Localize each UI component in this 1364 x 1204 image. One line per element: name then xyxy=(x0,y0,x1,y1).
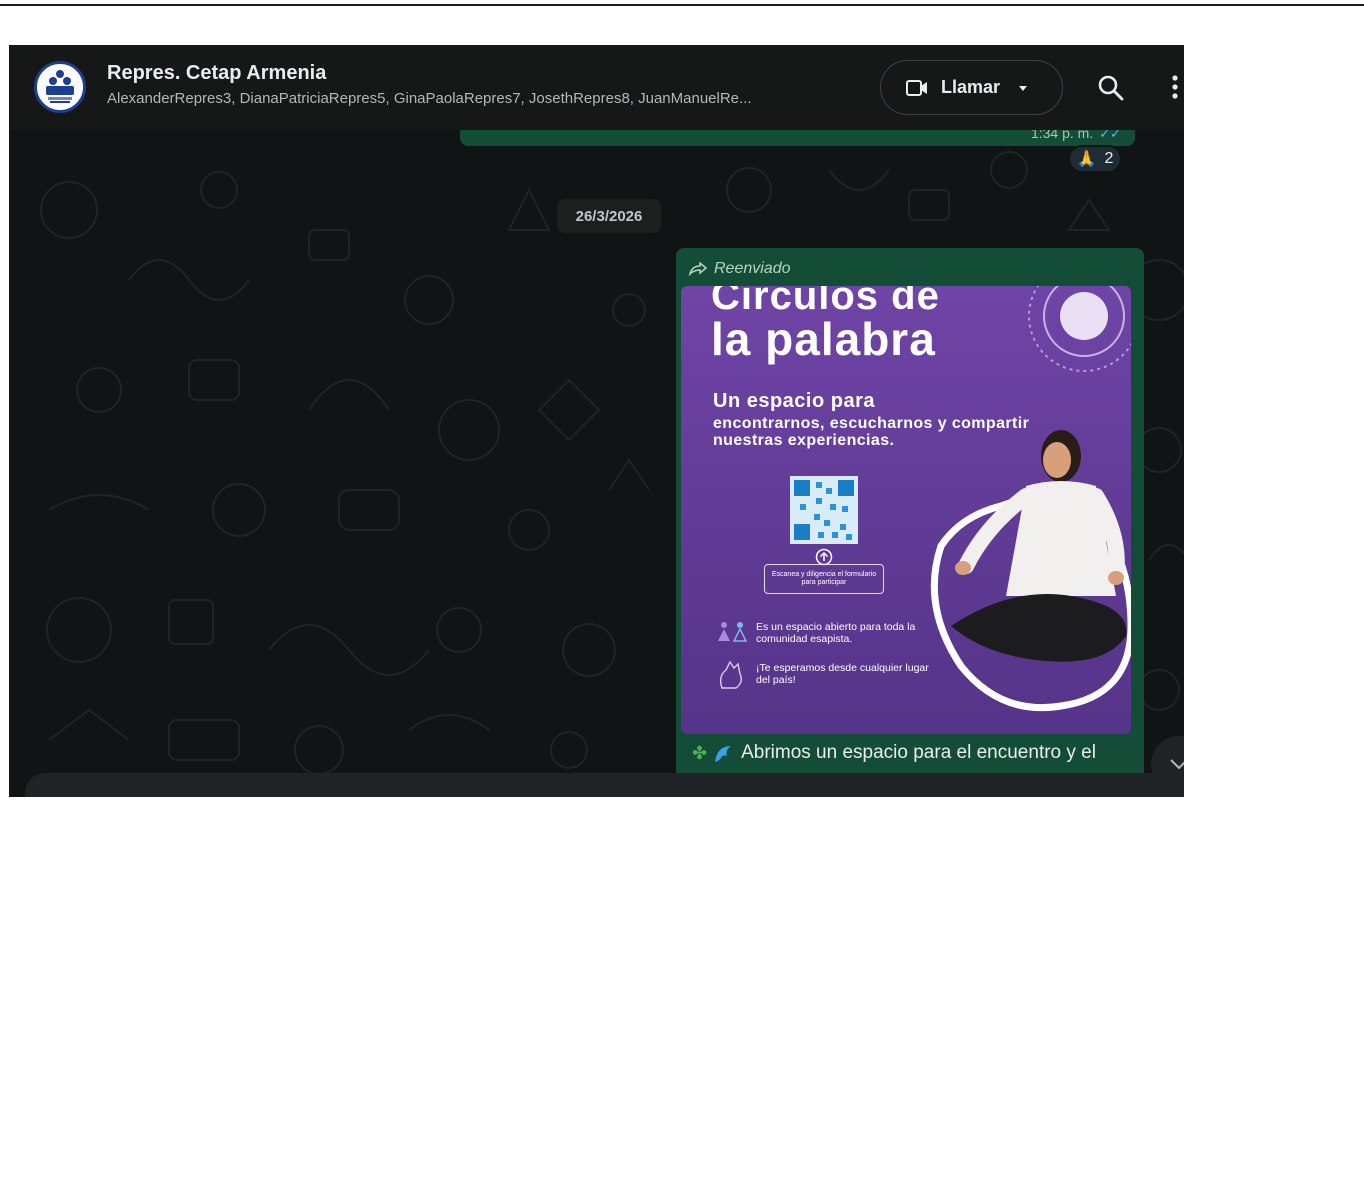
poster-info-open: Es un espacio abierto para toda la comun… xyxy=(756,621,916,645)
message-caption: ✤ Abrimos un espacio para el encuentro y… xyxy=(692,742,1096,764)
chat-title[interactable]: Repres. Cetap Armenia xyxy=(107,62,326,85)
chat-header[interactable]: Repres. Cetap Armenia AlexanderRepres3, … xyxy=(9,45,1184,130)
people-icon xyxy=(718,622,748,642)
more-vertical-icon[interactable] xyxy=(1169,72,1181,102)
previous-message-bubble[interactable]: 1:34 p. m. ✓✓ xyxy=(460,125,1135,146)
forwarded-text: Reenviado xyxy=(714,260,791,277)
top-divider xyxy=(0,4,1364,6)
scan-instructions: Escanea y diligencia el formulario para … xyxy=(764,564,884,594)
message-reaction[interactable]: 🙏 2 xyxy=(1068,145,1122,173)
video-camera-icon xyxy=(906,79,927,96)
message-composer[interactable] xyxy=(25,773,1184,797)
wave-icon xyxy=(715,746,732,762)
call-button-label: Llamar xyxy=(941,77,1001,97)
reaction-count: 2 xyxy=(1104,150,1114,167)
qr-code-image xyxy=(790,476,858,544)
group-avatar[interactable] xyxy=(34,61,86,113)
caret-down-icon xyxy=(1019,85,1028,91)
forwarded-label: Reenviado xyxy=(688,260,791,278)
date-divider: 26/3/2026 xyxy=(557,199,661,233)
search-icon[interactable] xyxy=(1097,74,1125,102)
group-logo-icon xyxy=(38,65,82,109)
chat-members-list[interactable]: AlexanderRepres3, DianaPatriciaRepres5, … xyxy=(107,90,852,107)
hand-icon xyxy=(719,660,743,689)
call-button[interactable]: Llamar xyxy=(880,60,1063,115)
meditating-woman-image xyxy=(930,430,1131,712)
poster-subtitle: Un espacio para xyxy=(713,390,876,412)
caption-text: Abrimos un espacio para el encuentro y e… xyxy=(741,742,1096,763)
forwarded-message-bubble[interactable]: Reenviado Círculos de la palabra Un espa… xyxy=(676,248,1144,797)
mandala-decoration xyxy=(1028,286,1131,372)
chat-message-area[interactable]: 1:34 p. m. ✓✓ 🙏 2 26/3/2026 Reenviado Cír… xyxy=(9,125,1184,797)
whatsapp-chat-window: Repres. Cetap Armenia AlexanderRepres3, … xyxy=(9,45,1184,797)
reaction-emoji: 🙏 xyxy=(1076,151,1097,168)
clover-icon: ✤ xyxy=(692,742,708,763)
forwarded-icon xyxy=(688,262,708,276)
poster-title-line2: la palabra xyxy=(711,313,936,365)
message-image[interactable]: Círculos de la palabra Un espacio para e… xyxy=(681,286,1131,734)
poster-info-welcome: ¡Te esperamos desde cualquier lugar del … xyxy=(756,662,929,686)
